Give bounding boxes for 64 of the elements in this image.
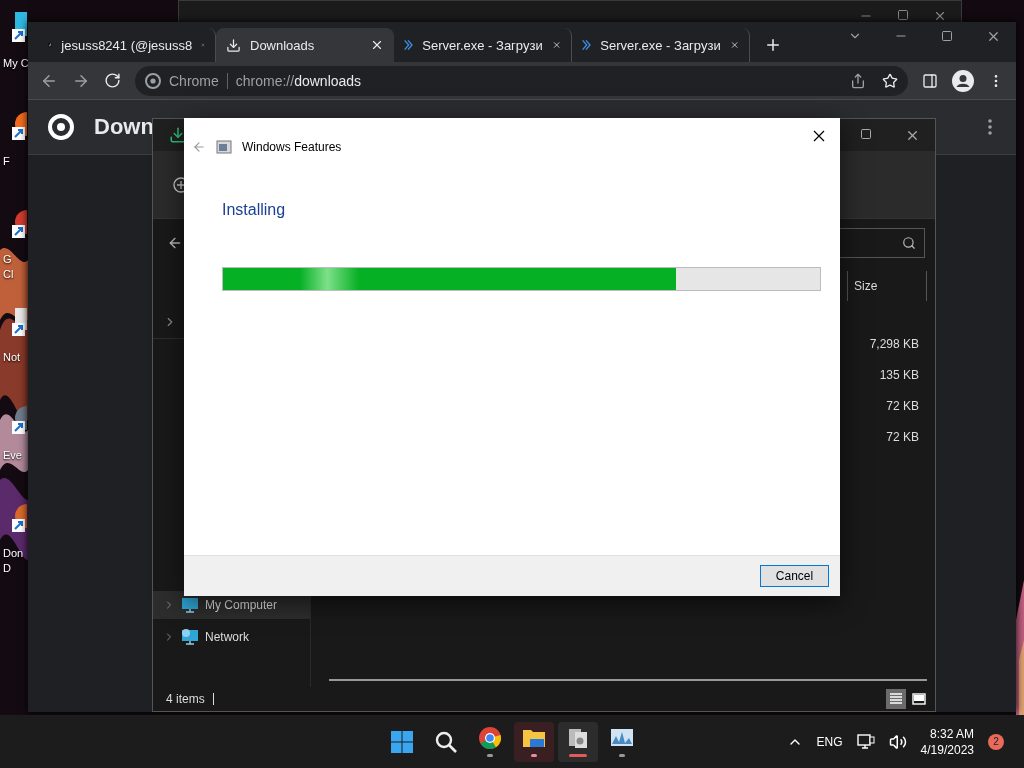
chrome-logo-icon	[145, 72, 161, 89]
list-icon	[889, 693, 903, 705]
profile-icon[interactable]	[952, 69, 974, 92]
url-text: chrome://downloads	[235, 72, 362, 89]
back-icon	[192, 140, 206, 154]
new-tab-icon	[764, 36, 782, 54]
maximize-icon	[860, 127, 872, 140]
side-panel-icon	[922, 72, 938, 89]
nav-item[interactable]: Network	[153, 623, 310, 651]
volume-icon	[888, 732, 907, 751]
chevrons-icon	[404, 37, 414, 53]
search-icon	[434, 729, 458, 754]
window-icon	[216, 139, 232, 155]
network-icon[interactable]	[856, 733, 875, 750]
windows-icon	[390, 729, 414, 754]
browser-tab[interactable]: Downloads	[216, 28, 394, 62]
icon-label: My C	[3, 56, 29, 71]
chevrons-icon	[582, 37, 592, 53]
icon-label: Don	[3, 546, 24, 561]
close-icon	[813, 130, 825, 142]
cancel-button[interactable]: Cancel	[760, 565, 829, 587]
share-icon	[850, 72, 866, 89]
icon-label: F	[3, 154, 10, 169]
clock-date[interactable]: 4/19/2023	[920, 742, 974, 757]
taskbar-button[interactable]	[558, 721, 598, 762]
icon-label: Eve	[3, 448, 22, 463]
star-icon	[882, 72, 898, 89]
maximize-icon	[897, 9, 909, 21]
scrollbar[interactable]	[329, 679, 927, 681]
close-icon	[370, 38, 384, 52]
language-indicator[interactable]: ENG	[816, 734, 843, 749]
icon-label: Not	[3, 350, 21, 365]
maximize-icon	[941, 30, 953, 42]
table-cell-text: 72 KB	[886, 398, 919, 415]
reload-icon	[104, 72, 121, 89]
search-icon	[902, 236, 916, 250]
table-cell-text: 135 KB	[879, 367, 919, 384]
download-icon	[226, 37, 241, 53]
site-label: Chrome	[169, 72, 219, 89]
column-header[interactable]: Size	[847, 271, 927, 301]
chrome-logo-icon	[48, 114, 74, 140]
close-icon	[933, 9, 947, 23]
taskbar-button[interactable]	[514, 721, 554, 762]
icon-label: G	[3, 252, 13, 267]
back-icon	[167, 235, 183, 251]
clock-time[interactable]: 8:32 AM	[929, 726, 974, 741]
browser-icon	[478, 726, 502, 750]
status-text: 4 items	[166, 692, 205, 706]
notification-badge[interactable]: 2	[988, 733, 1004, 750]
page-title: Down	[94, 114, 154, 140]
icon-label: D	[3, 561, 12, 576]
dialog-heading: Installing	[221, 200, 287, 219]
address-bar[interactable]: Chrome chrome://downloads	[135, 65, 908, 96]
details-view-button[interactable]	[886, 689, 906, 709]
more-icon[interactable]	[988, 119, 992, 135]
network-icon	[181, 628, 199, 646]
preview-icon	[912, 693, 926, 705]
dialog-title: Windows Features	[242, 140, 342, 154]
boxes-icon	[566, 726, 590, 750]
table-cell-text: 7,298 KB	[869, 336, 919, 353]
download-icon	[169, 126, 187, 144]
table-cell-text: 72 KB	[886, 429, 919, 446]
icon-label: Cl	[3, 267, 14, 282]
computer-icon	[181, 596, 199, 614]
